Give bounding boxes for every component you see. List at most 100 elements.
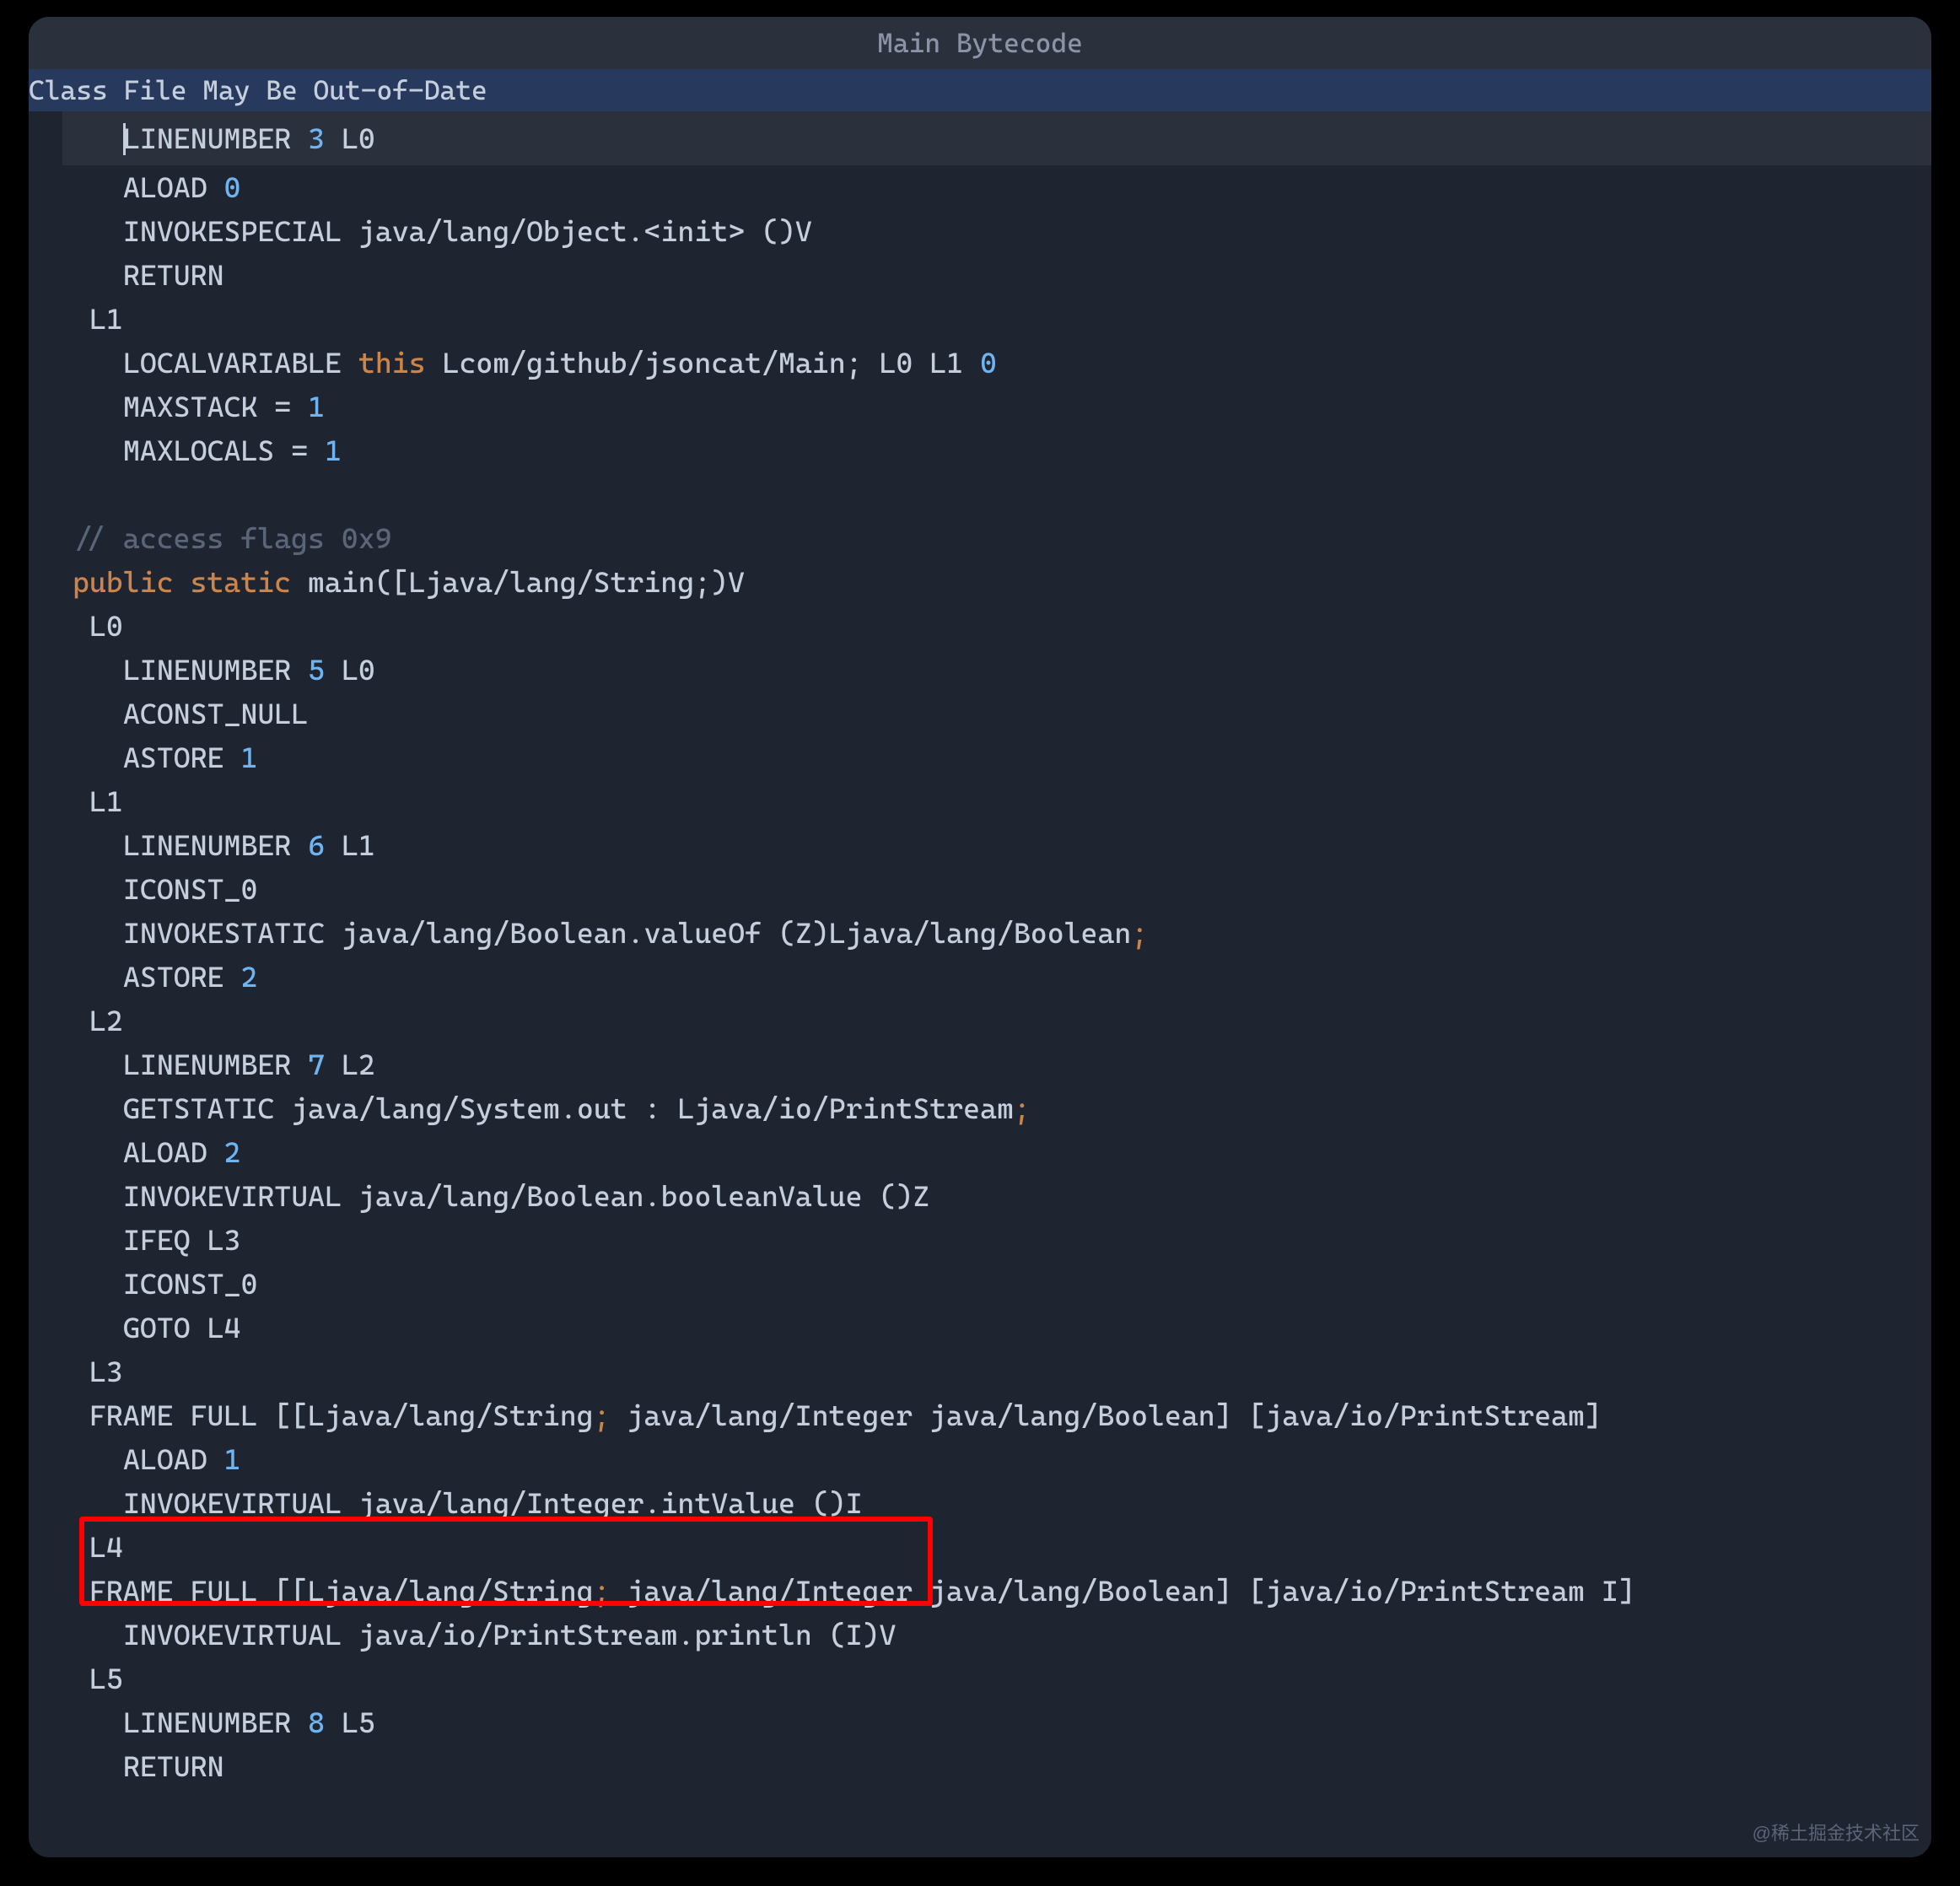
code-text: ASTORE (123, 960, 240, 994)
code-area[interactable]: LINENUMBER 3 L0 ALOAD 0 INVOKESPECIAL ja… (29, 111, 1931, 1857)
code-text: Ljava/lang/String (308, 1574, 594, 1608)
code-number: 0 (980, 346, 997, 380)
code-text: java/lang/Integer java/lang/Boolean (611, 1574, 1215, 1608)
code-line: RETURN (62, 1744, 1931, 1788)
code-line: IFEQ L3 (62, 1218, 1931, 1262)
code-keyword: static (190, 565, 291, 599)
code-number: 1 (224, 1442, 241, 1476)
code-line: LINENUMBER 6 L1 (62, 823, 1931, 867)
code-line: L0 (62, 604, 1931, 648)
code-text: L0 (73, 609, 123, 643)
code-text: main (291, 565, 375, 599)
status-bar: Class File May Be Out-of-Date (29, 69, 1931, 111)
code-text: RETURN (123, 258, 224, 292)
code-text: java/io/PrintStream (1265, 1398, 1585, 1432)
code-text: FRAME FULL (73, 1398, 274, 1432)
code-semicolon: ; (1014, 1091, 1031, 1125)
code-line: INVOKEVIRTUAL java/io/PrintStream.printl… (62, 1613, 1931, 1657)
code-number: 7 (308, 1048, 325, 1081)
code-bracket: ] (1618, 1574, 1635, 1608)
code-number: 1 (240, 741, 257, 774)
code-line: RETURN (62, 253, 1931, 297)
code-semicolon: ; (1131, 916, 1148, 950)
code-text: Lcom/github/jsoncat/Main; L0 L1 (426, 346, 980, 380)
code-bracket: [[ (274, 1574, 308, 1608)
code-text: Ljava/lang/String (308, 1398, 594, 1432)
code-text: IFEQ L3 (123, 1223, 240, 1257)
code-paren: ;) (694, 565, 728, 599)
editor-window: Main Bytecode Class File May Be Out-of-D… (29, 17, 1931, 1857)
code-text: L2 (325, 1048, 375, 1081)
code-text: LOCALVARIABLE (123, 346, 358, 380)
code-paren: ( (375, 565, 392, 599)
code-text: L1 (325, 828, 375, 862)
code-semicolon: ; (594, 1574, 611, 1608)
code-line: LOCALVARIABLE this Lcom/github/jsoncat/M… (62, 341, 1931, 385)
code-line: INVOKESPECIAL java/lang/Object.<init> ()… (62, 209, 1931, 253)
code-line: FRAME FULL [[Ljava/lang/String; java/lan… (62, 1569, 1931, 1613)
code-text (174, 565, 191, 599)
code-text: ASTORE (123, 741, 240, 774)
code-number: 1 (308, 390, 325, 423)
code-line: L2 (62, 999, 1931, 1043)
code-text: INVOKEVIRTUAL java/io/PrintStream.printl… (123, 1618, 896, 1652)
code-line: GOTO L4 (62, 1306, 1931, 1350)
current-line-highlight: LINENUMBER 3 L0 (62, 111, 1931, 165)
code-text: ALOAD (123, 1135, 224, 1169)
code-text: java/lang/Integer java/lang/Boolean (611, 1398, 1215, 1432)
code-line: FRAME FULL [[Ljava/lang/String; java/lan… (62, 1393, 1931, 1437)
code-line: LINENUMBER 7 L2 (62, 1043, 1931, 1086)
code-blank-line (62, 472, 1931, 516)
code-number: 5 (308, 653, 325, 687)
code-bracket: ] [ (1215, 1398, 1266, 1432)
code-text: FRAME FULL (73, 1574, 274, 1608)
code-text: GOTO L4 (123, 1311, 240, 1344)
code-text: L3 (73, 1355, 123, 1388)
watermark-text: @稀土掘金技术社区 (1753, 1819, 1920, 1846)
code-line: MAXLOCALS = 1 (62, 428, 1931, 472)
code-line: INVOKEVIRTUAL java/lang/Integer.intValue… (62, 1481, 1931, 1525)
code-line: ALOAD 2 (62, 1130, 1931, 1174)
code-number: 2 (224, 1135, 241, 1169)
code-line: INVOKESTATIC java/lang/Boolean.valueOf (… (62, 911, 1931, 955)
code-text: ACONST_NULL (123, 697, 308, 730)
code-text: ALOAD (123, 170, 224, 204)
code-number: 2 (240, 960, 257, 994)
code-text: LINENUMBER (123, 653, 308, 687)
code-line: ASTORE 2 (62, 955, 1931, 999)
code-semicolon: ; (594, 1398, 611, 1432)
code-line: ACONST_NULL (62, 692, 1931, 736)
code-text: INVOKEVIRTUAL java/lang/Integer.intValue… (123, 1486, 863, 1520)
code-line: L5 (62, 1657, 1931, 1700)
code-text: L2 (73, 1004, 123, 1037)
code-bracket: [[ (274, 1398, 308, 1432)
code-text: L0 (325, 653, 375, 687)
code-line: LINENUMBER 8 L5 (62, 1700, 1931, 1744)
code-text: ICONST_0 (123, 872, 257, 906)
code-text: V (728, 565, 745, 599)
code-line: L1 (62, 297, 1931, 341)
code-text: L0 (325, 121, 375, 155)
code-text: L5 (73, 1662, 123, 1695)
code-line: // access flags 0x9 (62, 516, 1931, 560)
code-text: GETSTATIC java/lang/System.out : Ljava/i… (123, 1091, 1014, 1125)
code-number: 6 (308, 828, 325, 862)
code-line: ALOAD 0 (62, 165, 1931, 209)
code-line: INVOKEVIRTUAL java/lang/Boolean.booleanV… (62, 1174, 1931, 1218)
code-bracket: ] (1585, 1398, 1602, 1432)
code-number: 1 (325, 434, 342, 467)
code-text: LINENUMBER (123, 828, 308, 862)
code-text: ICONST_0 (123, 1267, 257, 1301)
code-text: INVOKESPECIAL java/lang/Object.<init> ()… (123, 214, 812, 248)
code-number: 8 (308, 1705, 325, 1739)
code-text: java/io/PrintStream I (1265, 1574, 1618, 1608)
code-number: 0 (224, 170, 241, 204)
code-bracket: ] [ (1215, 1574, 1266, 1608)
code-line: ASTORE 1 (62, 736, 1931, 779)
code-line: GETSTATIC java/lang/System.out : Ljava/i… (62, 1086, 1931, 1130)
code-line: L4 (62, 1525, 1931, 1569)
code-line: MAXSTACK = 1 (62, 385, 1931, 428)
code-text: INVOKEVIRTUAL java/lang/Boolean.booleanV… (123, 1179, 929, 1213)
code-text: LINENUMBER (123, 1048, 308, 1081)
code-text: LINENUMBER (123, 121, 308, 155)
